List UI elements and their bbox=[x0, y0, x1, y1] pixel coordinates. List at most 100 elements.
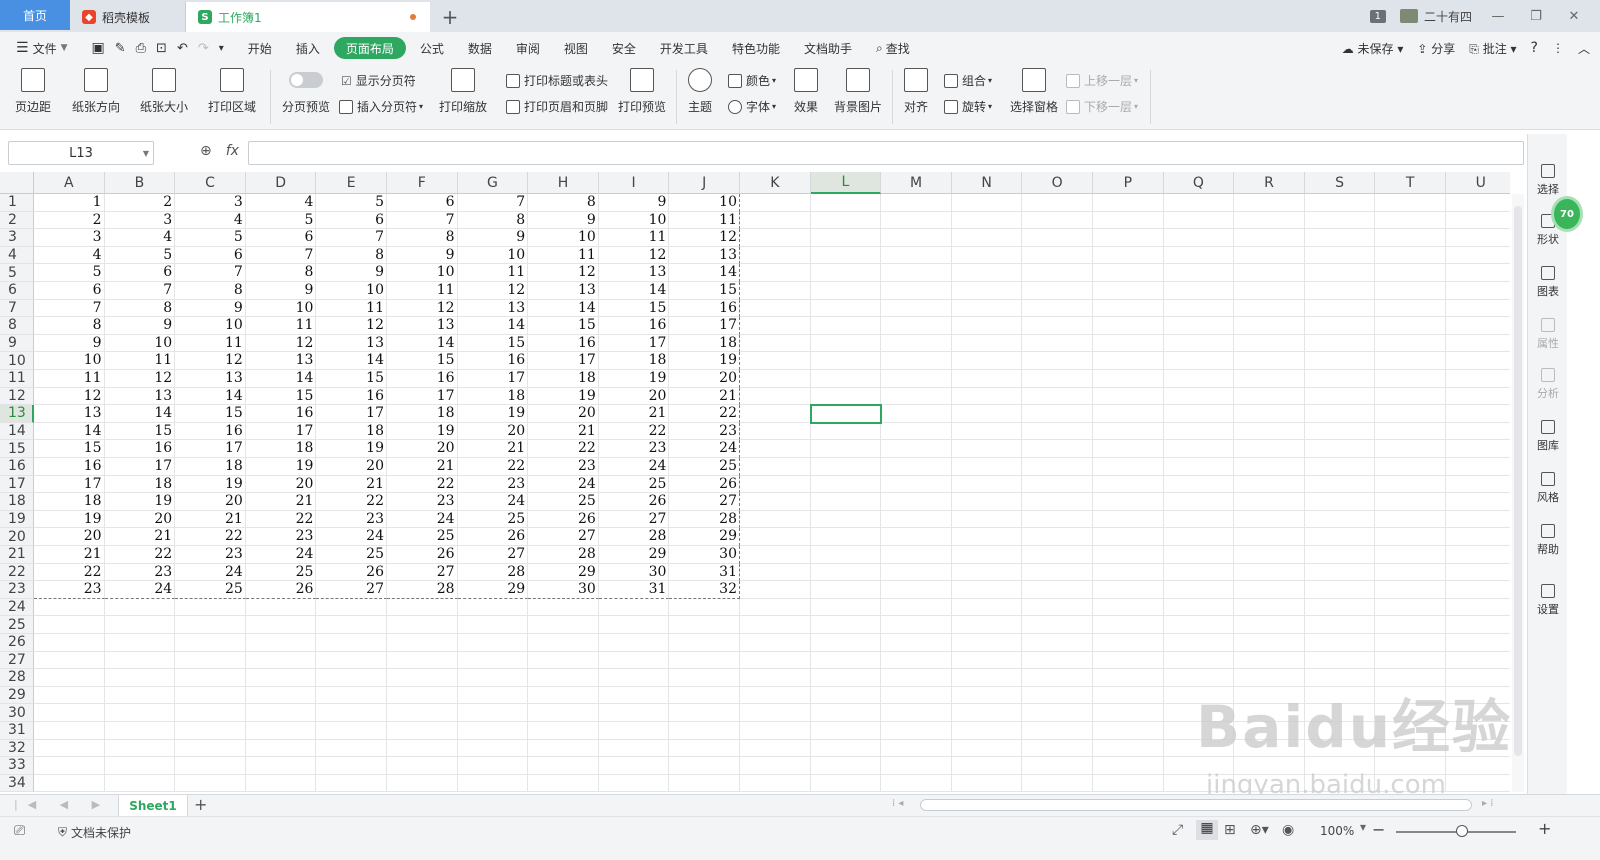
table-cell[interactable] bbox=[598, 739, 670, 758]
table-cell[interactable] bbox=[1375, 264, 1446, 282]
orientation-button[interactable]: 纸张方向 bbox=[66, 68, 126, 115]
table-cell[interactable] bbox=[387, 669, 458, 687]
table-cell[interactable] bbox=[598, 686, 670, 705]
table-cell[interactable]: 4 bbox=[104, 229, 176, 247]
tab-workbook[interactable]: S 工作簿1 bbox=[186, 2, 430, 32]
table-cell[interactable] bbox=[740, 422, 811, 441]
column-header-T[interactable]: T bbox=[1375, 172, 1446, 194]
table-cell[interactable] bbox=[1022, 616, 1093, 634]
table-cell[interactable] bbox=[1375, 370, 1446, 388]
table-cell[interactable]: 19 bbox=[387, 422, 458, 441]
share-button[interactable]: ⇪ 分享 bbox=[1417, 40, 1455, 57]
table-cell[interactable]: 14 bbox=[387, 334, 458, 353]
table-cell[interactable] bbox=[740, 774, 811, 792]
table-cell[interactable] bbox=[34, 616, 105, 634]
table-cell[interactable] bbox=[245, 774, 317, 792]
table-cell[interactable] bbox=[1022, 405, 1093, 423]
table-cell[interactable] bbox=[740, 440, 811, 458]
table-cell[interactable]: 22 bbox=[387, 475, 458, 494]
table-cell[interactable] bbox=[881, 651, 952, 670]
table-cell[interactable]: 12 bbox=[316, 317, 387, 335]
table-cell[interactable]: 12 bbox=[457, 282, 529, 300]
table-cell[interactable] bbox=[1375, 616, 1446, 634]
table-cell[interactable] bbox=[387, 774, 458, 792]
table-cell[interactable] bbox=[34, 634, 105, 652]
tab-template[interactable]: ◆ 稻壳模板 bbox=[70, 2, 186, 32]
table-cell[interactable]: 9 bbox=[528, 211, 599, 230]
align-button[interactable]: 对齐 bbox=[898, 68, 934, 115]
table-cell[interactable] bbox=[810, 563, 882, 582]
menu-tab-2[interactable]: 页面布局 bbox=[333, 37, 406, 59]
table-cell[interactable] bbox=[1022, 563, 1093, 582]
table-cell[interactable]: 25 bbox=[316, 546, 387, 564]
table-cell[interactable] bbox=[387, 686, 458, 705]
table-cell[interactable] bbox=[1375, 528, 1446, 546]
table-cell[interactable] bbox=[1163, 352, 1235, 370]
table-cell[interactable] bbox=[387, 757, 458, 775]
selection-pane-button[interactable]: 选择窗格 bbox=[1008, 68, 1060, 115]
table-cell[interactable] bbox=[1093, 387, 1164, 406]
table-cell[interactable] bbox=[1093, 634, 1164, 652]
menu-tab-4[interactable]: 数据 bbox=[458, 37, 502, 59]
table-cell[interactable] bbox=[810, 581, 882, 599]
table-cell[interactable]: 5 bbox=[316, 194, 387, 212]
column-header-E[interactable]: E bbox=[316, 172, 387, 194]
table-cell[interactable]: 28 bbox=[598, 528, 670, 546]
table-cell[interactable]: 16 bbox=[669, 299, 740, 318]
table-cell[interactable]: 23 bbox=[104, 563, 176, 582]
table-cell[interactable] bbox=[1022, 352, 1093, 370]
table-cell[interactable] bbox=[1446, 634, 1510, 652]
table-cell[interactable]: 4 bbox=[245, 194, 317, 212]
table-cell[interactable] bbox=[740, 581, 811, 599]
table-cell[interactable] bbox=[1163, 334, 1235, 353]
table-cell[interactable] bbox=[1022, 722, 1093, 740]
page-break-preview-button[interactable]: 分页预览 bbox=[280, 68, 332, 115]
minimize-icon[interactable]: — bbox=[1486, 9, 1510, 24]
table-cell[interactable] bbox=[1234, 246, 1305, 265]
table-cell[interactable] bbox=[1304, 510, 1376, 529]
effect-button[interactable]: 效果 bbox=[788, 68, 824, 115]
table-cell[interactable] bbox=[1163, 581, 1235, 599]
table-cell[interactable] bbox=[1234, 440, 1305, 458]
menu-tab-10[interactable]: 文档助手 bbox=[794, 37, 862, 59]
table-cell[interactable] bbox=[881, 246, 952, 265]
normal-view-icon[interactable]: ▦ bbox=[1196, 820, 1218, 840]
rotate-button[interactable]: 旋转 ▾ bbox=[944, 98, 992, 115]
table-cell[interactable]: 14 bbox=[598, 282, 670, 300]
table-cell[interactable] bbox=[598, 669, 670, 687]
name-box[interactable]: L13 ▼ bbox=[8, 141, 154, 165]
row-header[interactable]: 22 bbox=[0, 563, 34, 582]
table-cell[interactable] bbox=[316, 757, 387, 775]
table-cell[interactable]: 5 bbox=[104, 246, 176, 265]
table-cell[interactable] bbox=[740, 475, 811, 494]
table-cell[interactable] bbox=[740, 387, 811, 406]
column-header-C[interactable]: C bbox=[175, 172, 246, 194]
table-cell[interactable] bbox=[951, 458, 1023, 476]
table-cell[interactable] bbox=[669, 634, 740, 652]
table-cell[interactable]: 29 bbox=[528, 563, 599, 582]
fx-icon[interactable]: fx bbox=[226, 143, 239, 159]
table-cell[interactable]: 21 bbox=[175, 510, 246, 529]
table-cell[interactable]: 24 bbox=[528, 475, 599, 494]
table-cell[interactable] bbox=[1093, 528, 1164, 546]
table-cell[interactable] bbox=[881, 352, 952, 370]
row-header[interactable]: 30 bbox=[0, 704, 34, 722]
table-cell[interactable] bbox=[1093, 370, 1164, 388]
table-cell[interactable] bbox=[881, 774, 952, 792]
table-cell[interactable] bbox=[740, 563, 811, 582]
table-cell[interactable] bbox=[1375, 546, 1446, 564]
table-cell[interactable] bbox=[951, 299, 1023, 318]
table-cell[interactable] bbox=[1093, 669, 1164, 687]
restore-icon[interactable]: ❐ bbox=[1524, 9, 1548, 24]
table-cell[interactable]: 19 bbox=[528, 387, 599, 406]
column-header-A[interactable]: A bbox=[34, 172, 105, 194]
column-header-M[interactable]: M bbox=[881, 172, 952, 194]
table-cell[interactable]: 6 bbox=[245, 229, 317, 247]
print-titles-button[interactable]: 打印标题或表头 bbox=[506, 72, 608, 89]
table-cell[interactable]: 21 bbox=[457, 440, 529, 458]
table-cell[interactable]: 11 bbox=[669, 211, 740, 230]
table-cell[interactable] bbox=[387, 616, 458, 634]
table-cell[interactable]: 27 bbox=[598, 510, 670, 529]
table-cell[interactable] bbox=[810, 194, 882, 212]
table-cell[interactable]: 31 bbox=[669, 563, 740, 582]
